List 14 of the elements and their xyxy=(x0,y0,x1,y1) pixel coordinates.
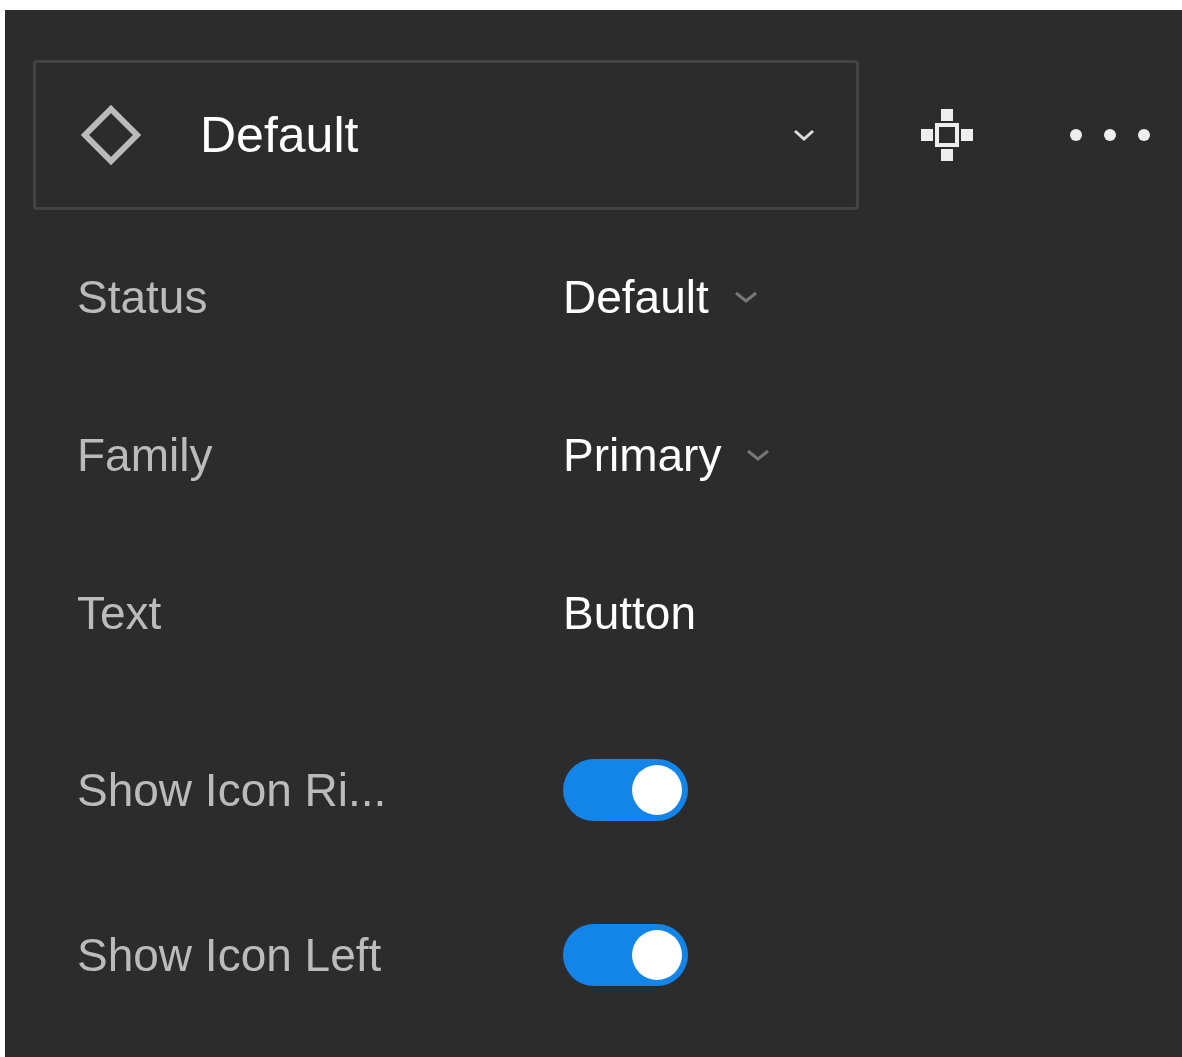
property-label: Text xyxy=(77,586,163,640)
property-dropdown[interactable]: Default xyxy=(563,270,709,324)
chevron-icon xyxy=(792,127,816,143)
property-label: Status xyxy=(77,270,209,324)
diamond-icon xyxy=(80,104,142,166)
property-label: Show Icon Ri... xyxy=(77,762,388,817)
more-icon[interactable] xyxy=(1069,128,1151,142)
property-value[interactable]: Button xyxy=(563,586,696,640)
property-label: Show Icon Left xyxy=(77,927,383,982)
property-label: Family xyxy=(77,428,214,482)
move-icon[interactable] xyxy=(919,107,975,163)
chevron-icon xyxy=(732,289,759,305)
property-dropdown[interactable]: Primary xyxy=(563,428,722,482)
component-dropdown[interactable]: Default xyxy=(33,60,859,210)
